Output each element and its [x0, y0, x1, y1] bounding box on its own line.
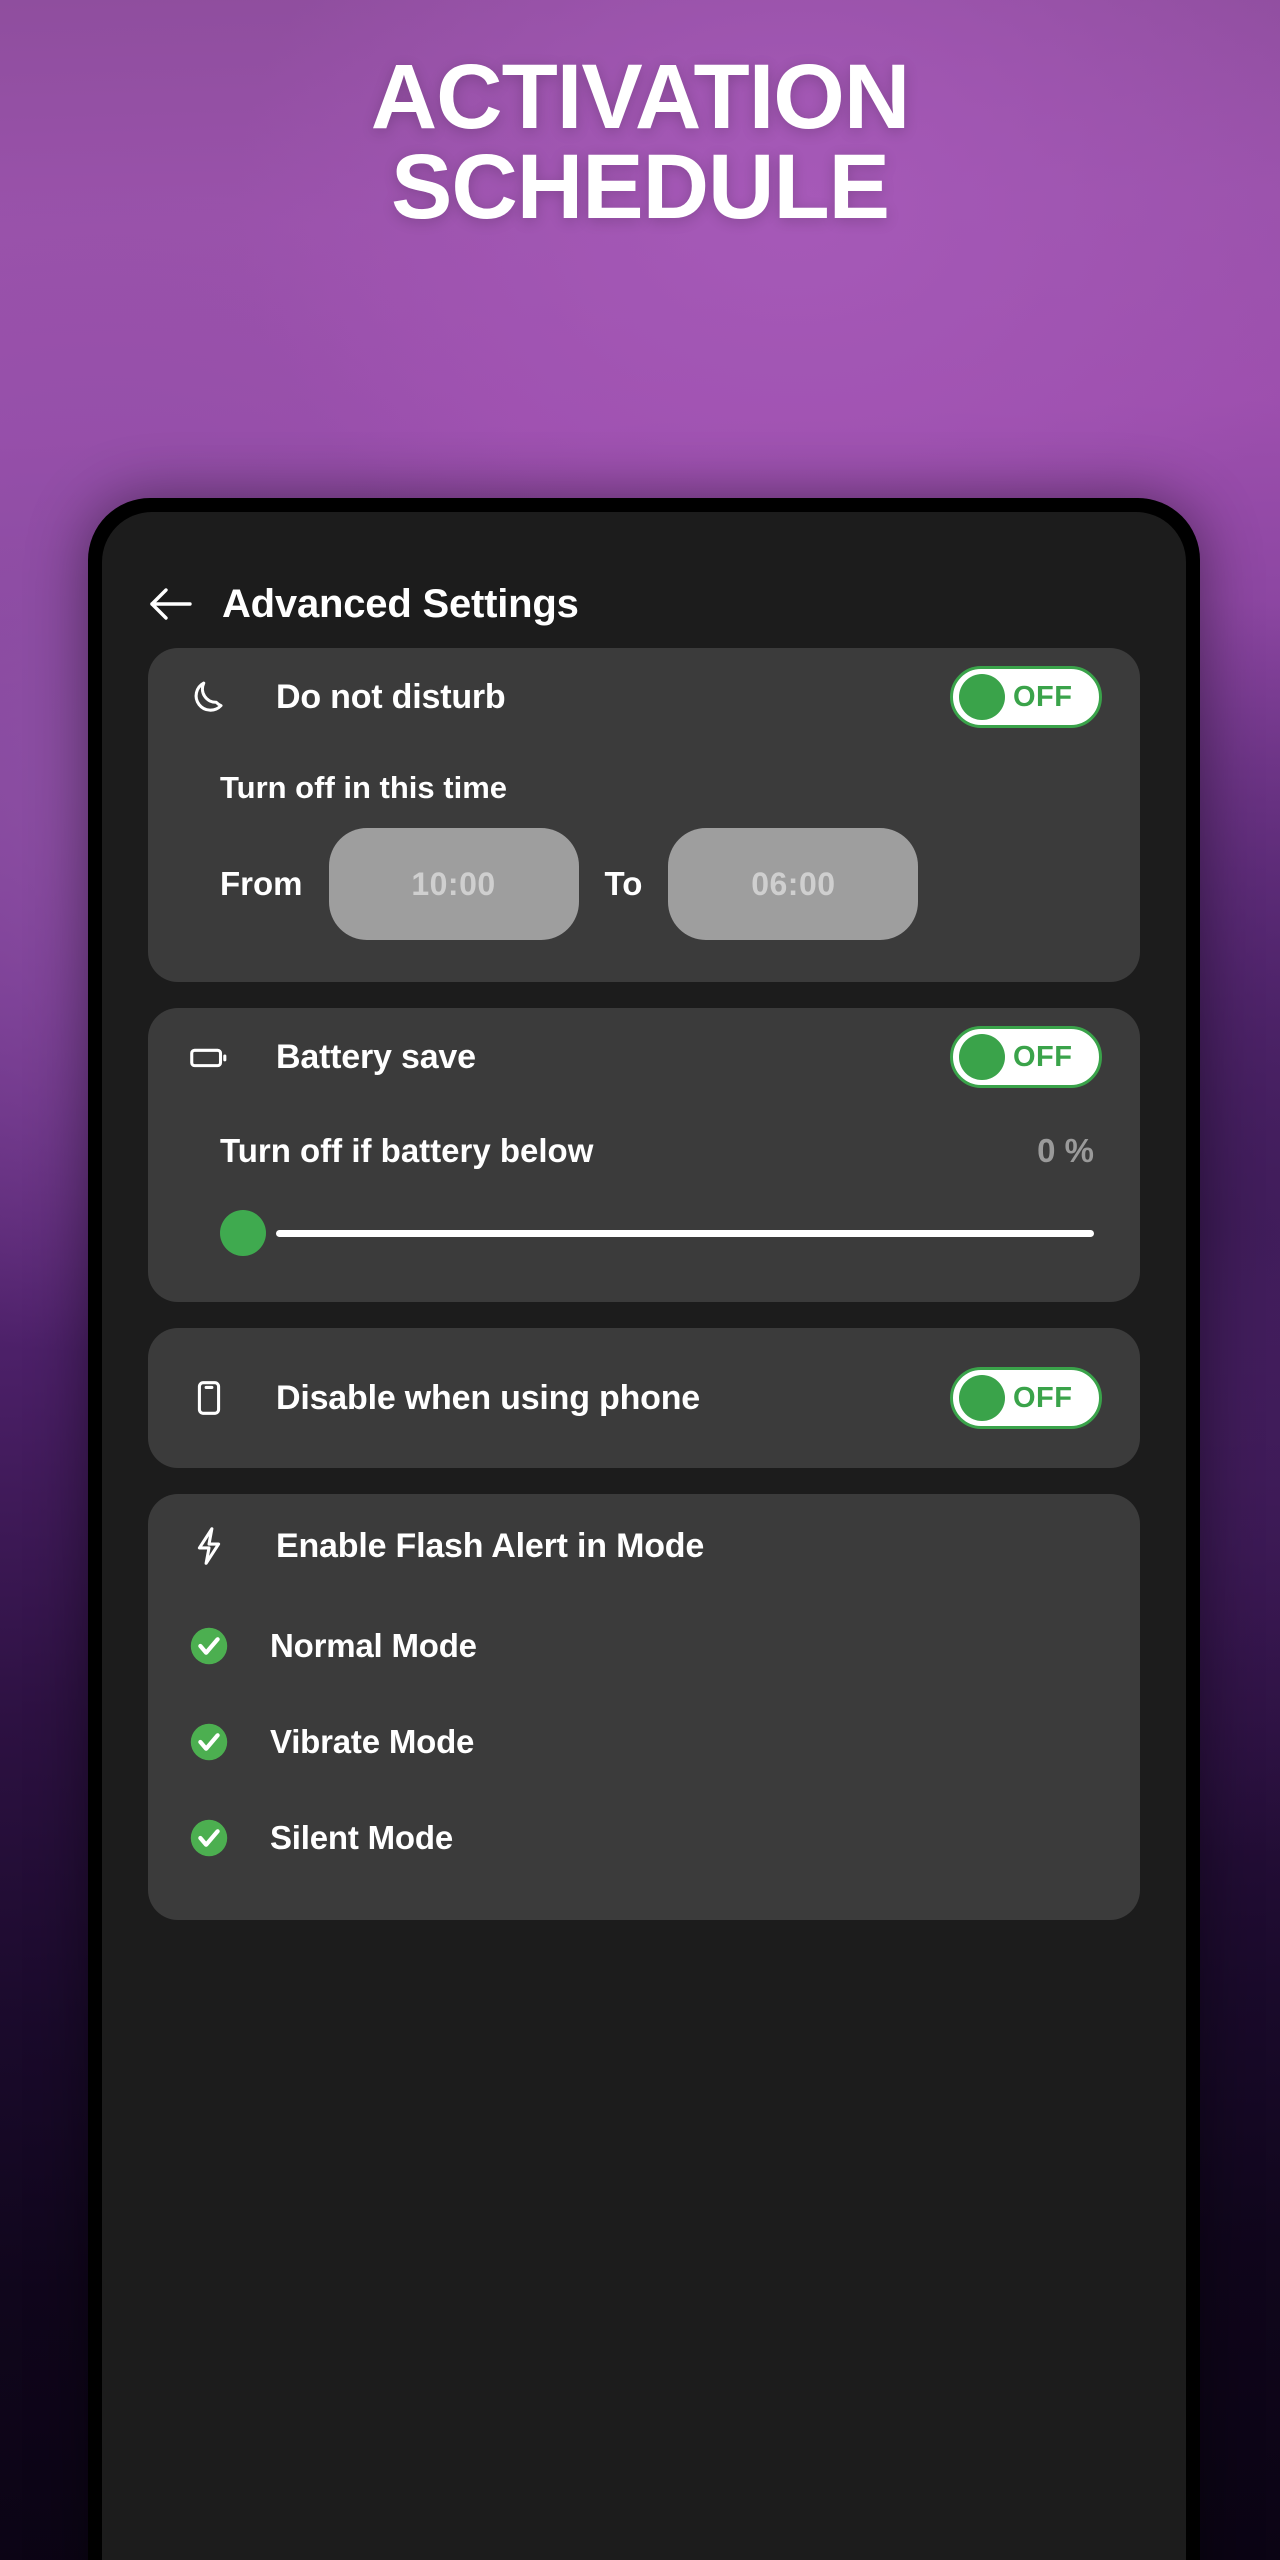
battery-threshold-value: 0 % [1037, 1132, 1094, 1169]
headline-line-2: SCHEDULE [390, 136, 890, 239]
label-flash-alert: Enable Flash Alert in Mode [276, 1526, 705, 1565]
slider-track[interactable] [276, 1229, 1094, 1237]
toggle-do-not-disturb[interactable]: OFF [950, 666, 1102, 728]
from-time-field[interactable]: 10:00 [328, 828, 579, 940]
label-do-not-disturb: Do not disturb [276, 677, 506, 716]
phone-screen: Advanced Settings Do not disturb OFF Tur… [102, 512, 1186, 2560]
row-flash-alert-header: Enable Flash Alert in Mode [148, 1494, 1140, 1598]
phone-mockup: Advanced Settings Do not disturb OFF Tur… [88, 498, 1200, 2560]
mode-row-vibrate[interactable]: Vibrate Mode [148, 1694, 1140, 1790]
check-circle-icon [186, 1623, 232, 1669]
row-disable-when-using-phone[interactable]: Disable when using phone OFF [148, 1328, 1140, 1468]
battery-threshold-label: Turn off if battery below [220, 1132, 594, 1169]
battery-threshold-slider[interactable] [148, 1170, 1140, 1302]
battery-threshold-row: Turn off if battery below 0 % [148, 1106, 1140, 1170]
slider-thumb[interactable] [220, 1210, 266, 1256]
toggle-knob [959, 674, 1005, 720]
promo-screenshot: ACTIVATION SCHEDULE Advanced Settings Do… [0, 0, 1280, 2560]
label-disable-when-using-phone: Disable when using phone [276, 1378, 701, 1417]
promo-headline: ACTIVATION SCHEDULE [0, 51, 1280, 239]
label-battery-save: Battery save [276, 1037, 476, 1076]
to-label: To [604, 865, 643, 902]
to-time-field[interactable]: 06:00 [668, 828, 919, 940]
mode-row-normal[interactable]: Normal Mode [148, 1598, 1140, 1694]
moon-icon [186, 674, 242, 720]
mode-row-silent[interactable]: Silent Mode [148, 1790, 1140, 1886]
toggle-state-label: OFF [1013, 680, 1073, 713]
toggle-battery-save[interactable]: OFF [950, 1026, 1102, 1088]
mode-label-normal: Normal Mode [270, 1627, 477, 1664]
card-disable-when-using-phone: Disable when using phone OFF [148, 1328, 1140, 1468]
settings-list: Do not disturb OFF Turn off in this time… [102, 648, 1186, 1920]
toggle-knob [959, 1375, 1005, 1421]
row-do-not-disturb[interactable]: Do not disturb OFF [148, 648, 1140, 746]
dnd-time-range: From 10:00 To 06:00 [148, 806, 1140, 982]
row-battery-save[interactable]: Battery save OFF [148, 1008, 1140, 1106]
check-circle-icon [186, 1815, 232, 1861]
page-title: Advanced Settings [222, 581, 579, 626]
card-flash-alert: Enable Flash Alert in Mode Normal Mode V… [148, 1494, 1140, 1920]
toggle-state-label: OFF [1013, 1040, 1073, 1073]
arrow-left-icon[interactable] [148, 584, 194, 624]
toggle-disable-when-using-phone[interactable]: OFF [950, 1367, 1102, 1429]
card-do-not-disturb: Do not disturb OFF Turn off in this time… [148, 648, 1140, 982]
check-circle-icon [186, 1719, 232, 1765]
mode-label-vibrate: Vibrate Mode [270, 1723, 475, 1760]
battery-icon [186, 1034, 242, 1080]
toggle-knob [959, 1034, 1005, 1080]
toggle-state-label: OFF [1013, 1381, 1073, 1414]
dnd-schedule-title: Turn off in this time [220, 770, 508, 805]
mode-label-silent: Silent Mode [270, 1819, 453, 1856]
headline-line-1: ACTIVATION [370, 46, 911, 148]
phone-icon [186, 1375, 242, 1421]
app-bar: Advanced Settings [102, 512, 1186, 648]
card-battery-save: Battery save OFF Turn off if battery bel… [148, 1008, 1140, 1302]
from-label: From [220, 865, 303, 902]
lightning-icon [186, 1523, 242, 1569]
